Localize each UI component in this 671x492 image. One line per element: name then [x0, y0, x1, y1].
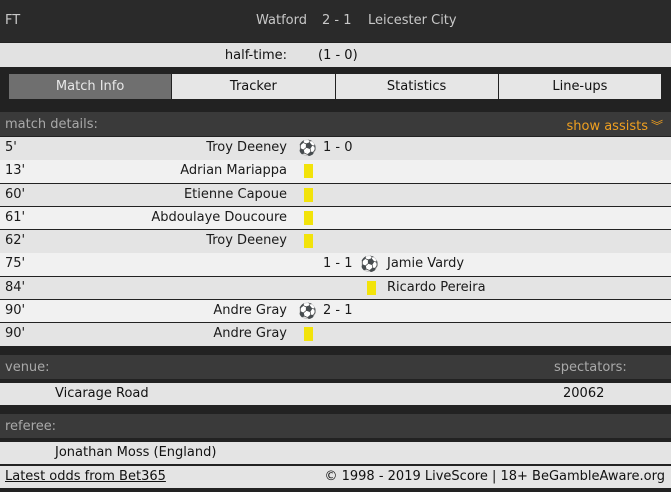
yellow-card-icon — [367, 280, 376, 295]
double-chevron-down-icon: ︾ — [650, 119, 663, 133]
event-row: 62' Troy Deeney — [0, 230, 671, 253]
match-status: FT — [5, 13, 21, 28]
halftime-score: (1 - 0) — [318, 48, 358, 63]
event-row: 75' Jamie Vardy ⚽ 1 - 1 — [0, 253, 671, 276]
event-minute: 84' — [5, 279, 26, 295]
spectators-count: 20062 — [563, 386, 605, 401]
event-list: 5' Troy Deeney ⚽ 1 - 0 13' Adrian Mariappa 60'… — [0, 137, 671, 346]
match-score: 2 - 1 — [322, 13, 352, 28]
event-minute: 75' — [5, 256, 26, 272]
event-row: 84' Ricardo Pereira — [0, 276, 671, 300]
home-player-name[interactable]: Adrian Mariappa — [180, 160, 287, 183]
football-icon: ⚽ — [360, 255, 379, 274]
football-icon: ⚽ — [298, 301, 317, 320]
venue-row: Vicarage Road 20062 — [0, 383, 671, 405]
yellow-card-icon — [304, 210, 313, 225]
show-assists-toggle[interactable]: show assists ︾ — [566, 117, 663, 134]
home-player-name[interactable]: Etienne Capoue — [184, 184, 287, 207]
event-row: 13' Adrian Mariappa — [0, 160, 671, 183]
venue-header: venue: spectators: — [0, 355, 671, 379]
home-player-name[interactable]: Troy Deeney — [206, 230, 287, 253]
event-score: 1 - 0 — [323, 140, 353, 155]
event-minute: 5' — [5, 140, 17, 155]
yellow-card-icon — [304, 187, 313, 202]
odds-link[interactable]: Latest odds from Bet365 — [5, 466, 166, 488]
event-minute: 13' — [5, 163, 26, 179]
tab-statistics[interactable]: Statistics — [335, 74, 498, 99]
yellow-card-icon — [304, 327, 313, 341]
event-minute: 62' — [5, 233, 26, 248]
event-score: 1 - 1 — [323, 256, 353, 272]
home-player-name[interactable]: Andre Gray — [213, 300, 287, 323]
referee-header: referee: — [0, 414, 671, 438]
home-player-name[interactable]: Abdoulaye Doucoure — [151, 207, 287, 230]
event-row: 5' Troy Deeney ⚽ 1 - 0 — [0, 137, 671, 160]
event-minute: 90' — [5, 326, 26, 341]
venue-label: venue: — [5, 360, 50, 375]
tab-line-ups[interactable]: Line-ups — [498, 74, 661, 99]
event-row: 60' Etienne Capoue — [0, 183, 671, 207]
yellow-card-icon — [304, 234, 313, 248]
event-minute: 90' — [5, 302, 26, 318]
halftime-label: half-time: — [224, 48, 287, 63]
halftime-row: half-time: (1 - 0) — [0, 43, 671, 67]
event-row: 90' Andre Gray ⚽ 2 - 1 — [0, 299, 671, 323]
home-player-name[interactable]: Andre Gray — [213, 323, 287, 346]
referee-label: referee: — [5, 419, 57, 434]
yellow-card-icon — [304, 164, 313, 179]
show-assists-label: show assists — [566, 119, 648, 134]
football-icon: ⚽ — [298, 139, 317, 157]
home-player-name[interactable]: Troy Deeney — [206, 137, 287, 160]
event-minute: 60' — [5, 186, 26, 202]
match-header: FT Watford 2 - 1 Leicester City — [0, 0, 671, 42]
footer: Latest odds from Bet365 © 1998 - 2019 Li… — [0, 466, 671, 488]
tab-bar: Match Info Tracker Statistics Line-ups — [9, 74, 661, 99]
event-minute: 61' — [5, 209, 26, 225]
away-player-name[interactable]: Jamie Vardy — [387, 253, 464, 276]
event-row: 61' Abdoulaye Doucoure — [0, 206, 671, 230]
referee-row: Jonathan Moss (England) — [0, 442, 671, 464]
home-team-name[interactable]: Watford — [256, 13, 307, 28]
tab-tracker[interactable]: Tracker — [172, 74, 335, 99]
away-team-name[interactable]: Leicester City — [368, 13, 457, 28]
venue-name: Vicarage Road — [55, 386, 149, 401]
event-row: 90' Andre Gray — [0, 323, 671, 346]
tab-match-info[interactable]: Match Info — [9, 74, 172, 99]
match-details-title: match details: — [5, 117, 98, 132]
copyright-text: © 1998 - 2019 LiveScore | 18+ BeGambleAw… — [324, 469, 665, 484]
event-score: 2 - 1 — [323, 302, 353, 318]
away-player-name[interactable]: Ricardo Pereira — [387, 277, 486, 300]
referee-name: Jonathan Moss (England) — [55, 445, 217, 460]
spectators-label: spectators: — [554, 360, 627, 375]
match-details-header: match details: show assists ︾ — [0, 112, 671, 136]
